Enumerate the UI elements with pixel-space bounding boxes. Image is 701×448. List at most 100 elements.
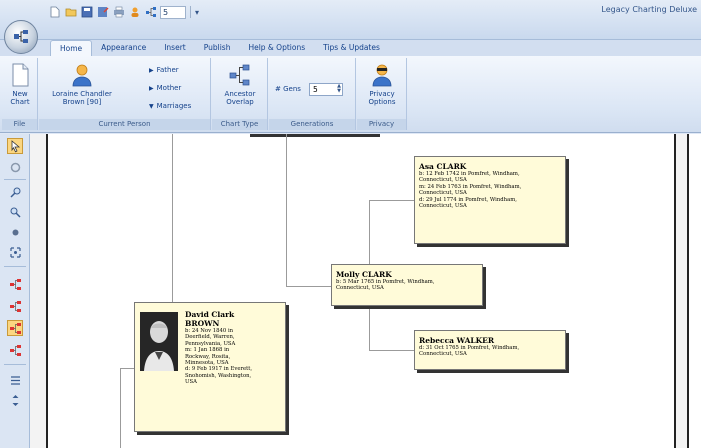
group-file: New Chart File: [2, 58, 38, 130]
pan-tool-button[interactable]: [7, 224, 23, 240]
qat-separator: [190, 6, 191, 18]
group-privacy: Privacy Options Privacy: [357, 58, 407, 130]
layout-tree-icon: [9, 322, 21, 334]
mother-arrow-icon: ▶: [149, 84, 154, 92]
chart-layout-2-button[interactable]: [7, 298, 23, 314]
left-toolbar: [0, 134, 30, 448]
marriages-button[interactable]: ▼ Marriages: [149, 102, 191, 110]
new-chart-icon: [12, 63, 29, 87]
connector-line: [369, 200, 370, 272]
tab-help-options[interactable]: Help & Options: [239, 40, 314, 56]
new-chart-label-2: Chart: [10, 98, 30, 106]
chart-canvas[interactable]: Asa CLARK b: 12 Feb 1742 in Pomfret, Win…: [46, 134, 676, 448]
person-name: David Clark: [185, 310, 235, 319]
person-name: Asa CLARK: [419, 162, 467, 171]
select-tool-button[interactable]: [7, 138, 23, 154]
person-box-rebecca-walker[interactable]: Rebecca WALKER d: 31 Oct 1765 in Pomfret…: [414, 330, 566, 370]
layout-tree-icon: [9, 300, 21, 312]
save-icon[interactable]: [80, 5, 94, 19]
chart-layout-4-button[interactable]: [7, 342, 23, 358]
privacy-label-2: Options: [368, 98, 396, 106]
tab-insert[interactable]: Insert: [155, 40, 195, 56]
new-chart-button[interactable]: New Chart: [4, 62, 36, 106]
spinner-arrows-icon[interactable]: ▲ ▼: [337, 84, 341, 94]
alignment-icon: [10, 375, 20, 385]
qat-dropdown-icon[interactable]: ▾: [195, 8, 199, 17]
person-icon[interactable]: [128, 5, 142, 19]
chart-layout-1-button[interactable]: [7, 276, 23, 292]
fit-tool-button[interactable]: [7, 244, 23, 260]
mother-label: Mother: [156, 84, 182, 92]
new-chart-label-1: New: [12, 90, 28, 98]
tab-home[interactable]: Home: [50, 40, 93, 56]
current-person-id: Brown [90]: [62, 98, 102, 106]
tab-tips-updates[interactable]: Tips & Updates: [314, 40, 389, 56]
group-chart-type-label: Chart Type: [212, 119, 267, 130]
ribbon-tabs: Home Appearance Insert Publish Help & Op…: [50, 40, 389, 56]
person-icon: [72, 64, 92, 87]
connector-line: [172, 134, 173, 302]
new-document-icon[interactable]: [48, 5, 62, 19]
current-person-button[interactable]: Loraine Chandler Brown [90]: [43, 62, 121, 106]
zoom-in-icon: [9, 187, 20, 198]
ancestor-overlap-icon: [229, 64, 250, 86]
chart-layout-3-button[interactable]: [7, 320, 23, 336]
quick-generations-input[interactable]: 5: [160, 5, 186, 19]
rotate-tool-button[interactable]: [7, 159, 23, 175]
connector-line: [369, 350, 414, 351]
father-button[interactable]: ▶ Father: [149, 66, 179, 74]
ancestor-overlap-label-1: Ancestor: [224, 90, 256, 98]
zoom-in-tool-button[interactable]: [7, 184, 23, 200]
generations-value: 5: [313, 85, 318, 94]
group-generations-label: Generations: [269, 119, 355, 130]
connector-line: [120, 368, 121, 448]
father-arrow-icon: ▶: [149, 66, 154, 74]
mother-button[interactable]: ▶ Mother: [149, 84, 181, 92]
fit-to-page-icon: [9, 246, 21, 258]
application-menu-button[interactable]: [4, 20, 38, 54]
person-detail: Connecticut, USA: [419, 203, 467, 210]
quick-access-toolbar: 5 ▾: [48, 4, 199, 20]
print-icon[interactable]: [112, 5, 126, 19]
connector-line: [120, 368, 134, 369]
ancestor-overlap-button[interactable]: Ancestor Overlap: [216, 62, 264, 106]
person-box-david-clark-brown[interactable]: David Clark BROWN b: 24 Nov 1840 in Deer…: [134, 302, 286, 432]
toolbar-separator: [4, 266, 26, 267]
privacy-person-icon: [372, 64, 392, 87]
arrange-tool-button[interactable]: [7, 392, 23, 408]
group-current-person-label: Current Person: [39, 119, 210, 130]
app-title: Legacy Charting Deluxe: [601, 5, 697, 14]
ancestor-overlap-label-2: Overlap: [226, 98, 254, 106]
tab-appearance[interactable]: Appearance: [92, 40, 155, 56]
open-folder-icon[interactable]: [64, 5, 78, 19]
application-logo-icon: [14, 30, 28, 43]
tab-publish[interactable]: Publish: [195, 40, 240, 56]
save-as-icon[interactable]: [96, 5, 110, 19]
generations-label: # Gens: [275, 85, 301, 93]
connector-line: [369, 200, 414, 201]
person-surname: BROWN: [185, 319, 220, 328]
person-name: Molly CLARK: [336, 270, 392, 279]
group-chart-type: Ancestor Overlap Chart Type: [212, 58, 268, 130]
marriages-dropdown-icon: ▼: [149, 102, 154, 110]
toolbar-separator: [4, 179, 26, 180]
person-photo: [140, 312, 178, 371]
connector-line: [286, 134, 287, 286]
group-generations: # Gens 5 ▲ ▼ Generations: [269, 58, 356, 130]
person-box-molly-clark[interactable]: Molly CLARK b: 5 Mar 1765 in Pomfret, Wi…: [331, 264, 483, 306]
title-bar: 5 ▾ Legacy Charting Deluxe: [0, 0, 701, 40]
chart-tree-icon[interactable]: [144, 5, 158, 19]
chart-canvas-area[interactable]: Asa CLARK b: 12 Feb 1742 in Pomfret, Win…: [30, 134, 701, 448]
group-current-person: Loraine Chandler Brown [90] ▶ Father ▶ M…: [39, 58, 211, 130]
toolbar-separator: [4, 364, 26, 365]
connector-line: [369, 306, 370, 350]
zoom-out-tool-button[interactable]: [7, 204, 23, 220]
generations-spinner[interactable]: 5 ▲ ▼: [309, 83, 343, 96]
chart-top-border: [250, 134, 380, 137]
alignment-tool-button[interactable]: [7, 372, 23, 388]
rotate-icon: [10, 162, 20, 172]
person-detail: Connecticut, USA: [419, 351, 467, 358]
privacy-options-button[interactable]: Privacy Options: [360, 62, 404, 106]
connector-line: [286, 286, 331, 287]
person-box-asa-clark[interactable]: Asa CLARK b: 12 Feb 1742 in Pomfret, Win…: [414, 156, 566, 244]
